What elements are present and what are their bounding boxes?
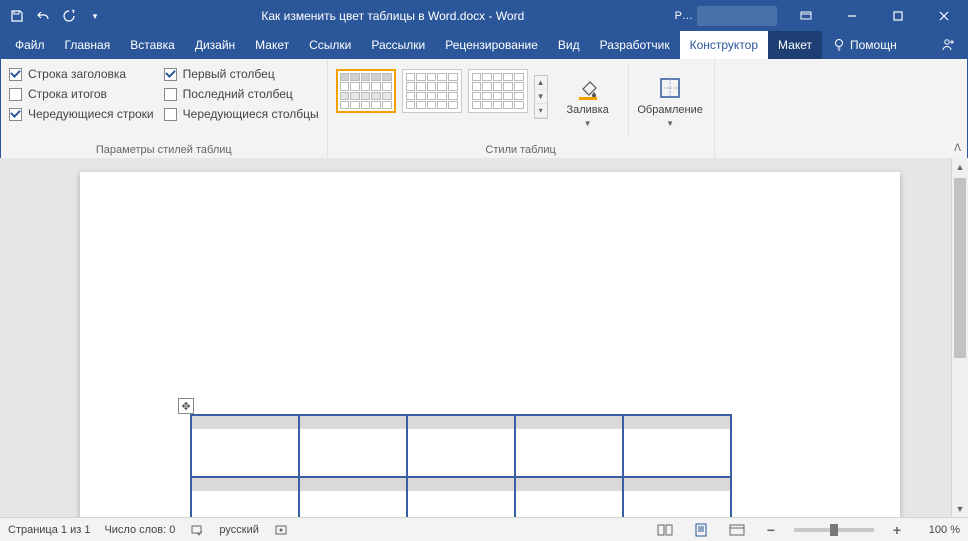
shading-button[interactable]: Заливка ▼ (558, 63, 618, 135)
tab-table-layout[interactable]: Макет (768, 31, 822, 59)
window-title: Как изменить цвет таблицы в Word.docx - … (111, 9, 675, 23)
tab-developer[interactable]: Разработчик (590, 31, 680, 59)
account-badge[interactable]: P… (675, 10, 693, 22)
tab-file[interactable]: Файл (5, 31, 55, 59)
checkbox-icon (9, 68, 22, 81)
tab-view[interactable]: Вид (548, 31, 590, 59)
table-styles-gallery: ▲▼▾ (336, 63, 548, 119)
zoom-value[interactable]: 100 % (920, 524, 960, 536)
read-mode-button[interactable] (654, 521, 676, 539)
tab-mailings[interactable]: Рассылки (361, 31, 435, 59)
option-banded-rows[interactable]: Чередующиеся строки (9, 107, 154, 121)
tell-me-button[interactable]: Помощн (822, 31, 907, 59)
group-label: Стили таблиц (336, 142, 706, 156)
status-bar: Страница 1 из 1 Число слов: 0 русский − … (0, 517, 968, 541)
redo-button[interactable] (57, 4, 81, 28)
dropdown-caret-icon: ▼ (666, 119, 674, 128)
maximize-button[interactable] (875, 1, 921, 31)
tab-references[interactable]: Ссылки (299, 31, 361, 59)
close-button[interactable] (921, 1, 967, 31)
group-table-style-options: Строка заголовка Строка итогов Чередующи… (1, 59, 328, 158)
titlebar-right: P… (675, 1, 967, 31)
web-layout-button[interactable] (726, 521, 748, 539)
scroll-down-icon[interactable]: ▼ (535, 90, 547, 104)
option-label: Строка заголовка (28, 67, 126, 81)
table-row[interactable] (191, 477, 731, 517)
group-table-styles: ▲▼▾ Заливка ▼ Обрамление ▼ Стили таблиц (328, 59, 715, 158)
borders-button[interactable]: Обрамление ▼ (628, 63, 706, 135)
borders-icon (656, 74, 684, 102)
table-style-thumb[interactable] (402, 69, 462, 113)
table-style-thumb[interactable] (336, 69, 396, 113)
qat-customize-button[interactable]: ▾ (83, 4, 107, 28)
option-banded-columns[interactable]: Чередующиеся столбцы (164, 107, 319, 121)
group-label: Параметры стилей таблиц (9, 142, 319, 156)
scroll-up-icon[interactable]: ▲ (535, 76, 547, 90)
zoom-slider[interactable] (794, 528, 874, 532)
document-table[interactable] (190, 414, 732, 517)
tab-design[interactable]: Дизайн (185, 31, 245, 59)
tab-insert[interactable]: Вставка (120, 31, 185, 59)
title-bar: ▾ Как изменить цвет таблицы в Word.docx … (1, 1, 967, 31)
button-label: Обрамление (637, 104, 703, 116)
dropdown-caret-icon: ▼ (584, 119, 592, 128)
vertical-scrollbar[interactable]: ▲ ▼ (951, 158, 968, 517)
checkbox-icon (164, 108, 177, 121)
table-move-handle[interactable]: ✥ (178, 398, 194, 414)
print-layout-button[interactable] (690, 521, 712, 539)
checkbox-icon (9, 108, 22, 121)
table-row[interactable] (191, 415, 731, 477)
status-page[interactable]: Страница 1 из 1 (8, 524, 90, 536)
zoom-in-button[interactable]: + (888, 521, 906, 539)
checkbox-icon (164, 68, 177, 81)
tab-review[interactable]: Рецензирование (435, 31, 548, 59)
option-label: Последний столбец (183, 87, 293, 101)
ribbon-tabstrip: Файл Главная Вставка Дизайн Макет Ссылки… (1, 31, 967, 59)
quick-access-toolbar: ▾ (1, 4, 111, 28)
expand-icon[interactable]: ▾ (535, 104, 547, 118)
option-first-column[interactable]: Первый столбец (164, 67, 319, 81)
tab-home[interactable]: Главная (55, 31, 121, 59)
macro-record-icon[interactable] (273, 522, 289, 538)
minimize-button[interactable] (829, 1, 875, 31)
option-label: Строка итогов (28, 87, 107, 101)
account-name-pill[interactable] (697, 6, 777, 26)
share-button[interactable] (927, 31, 967, 59)
collapse-ribbon-button[interactable]: ᐱ (954, 143, 961, 154)
document-area: ✥ ▲ ▼ (0, 158, 968, 517)
checkbox-icon (9, 88, 22, 101)
ribbon: Строка заголовка Строка итогов Чередующи… (1, 59, 967, 159)
undo-button[interactable] (31, 4, 55, 28)
spellcheck-icon[interactable] (189, 522, 205, 538)
option-label: Чередующиеся столбцы (183, 107, 319, 121)
scroll-down-button[interactable]: ▼ (952, 500, 968, 517)
tab-table-design[interactable]: Конструктор (680, 31, 768, 59)
option-header-row[interactable]: Строка заголовка (9, 67, 154, 81)
save-button[interactable] (5, 4, 29, 28)
option-last-column[interactable]: Последний столбец (164, 87, 319, 101)
button-label: Заливка (566, 104, 608, 116)
lightbulb-icon (832, 38, 846, 52)
status-word-count[interactable]: Число слов: 0 (104, 524, 175, 536)
scroll-up-button[interactable]: ▲ (952, 158, 968, 175)
option-total-row[interactable]: Строка итогов (9, 87, 154, 101)
gallery-more-button[interactable]: ▲▼▾ (534, 75, 548, 119)
tab-layout[interactable]: Макет (245, 31, 299, 59)
status-language[interactable]: русский (219, 524, 258, 536)
tell-me-label: Помощн (850, 38, 897, 52)
zoom-out-button[interactable]: − (762, 521, 780, 539)
scrollbar-thumb[interactable] (954, 178, 966, 358)
checkbox-icon (164, 88, 177, 101)
option-label: Первый столбец (183, 67, 275, 81)
table-style-thumb[interactable] (468, 69, 528, 113)
option-label: Чередующиеся строки (28, 107, 154, 121)
ribbon-display-button[interactable] (783, 1, 829, 31)
paint-bucket-icon (574, 74, 602, 102)
